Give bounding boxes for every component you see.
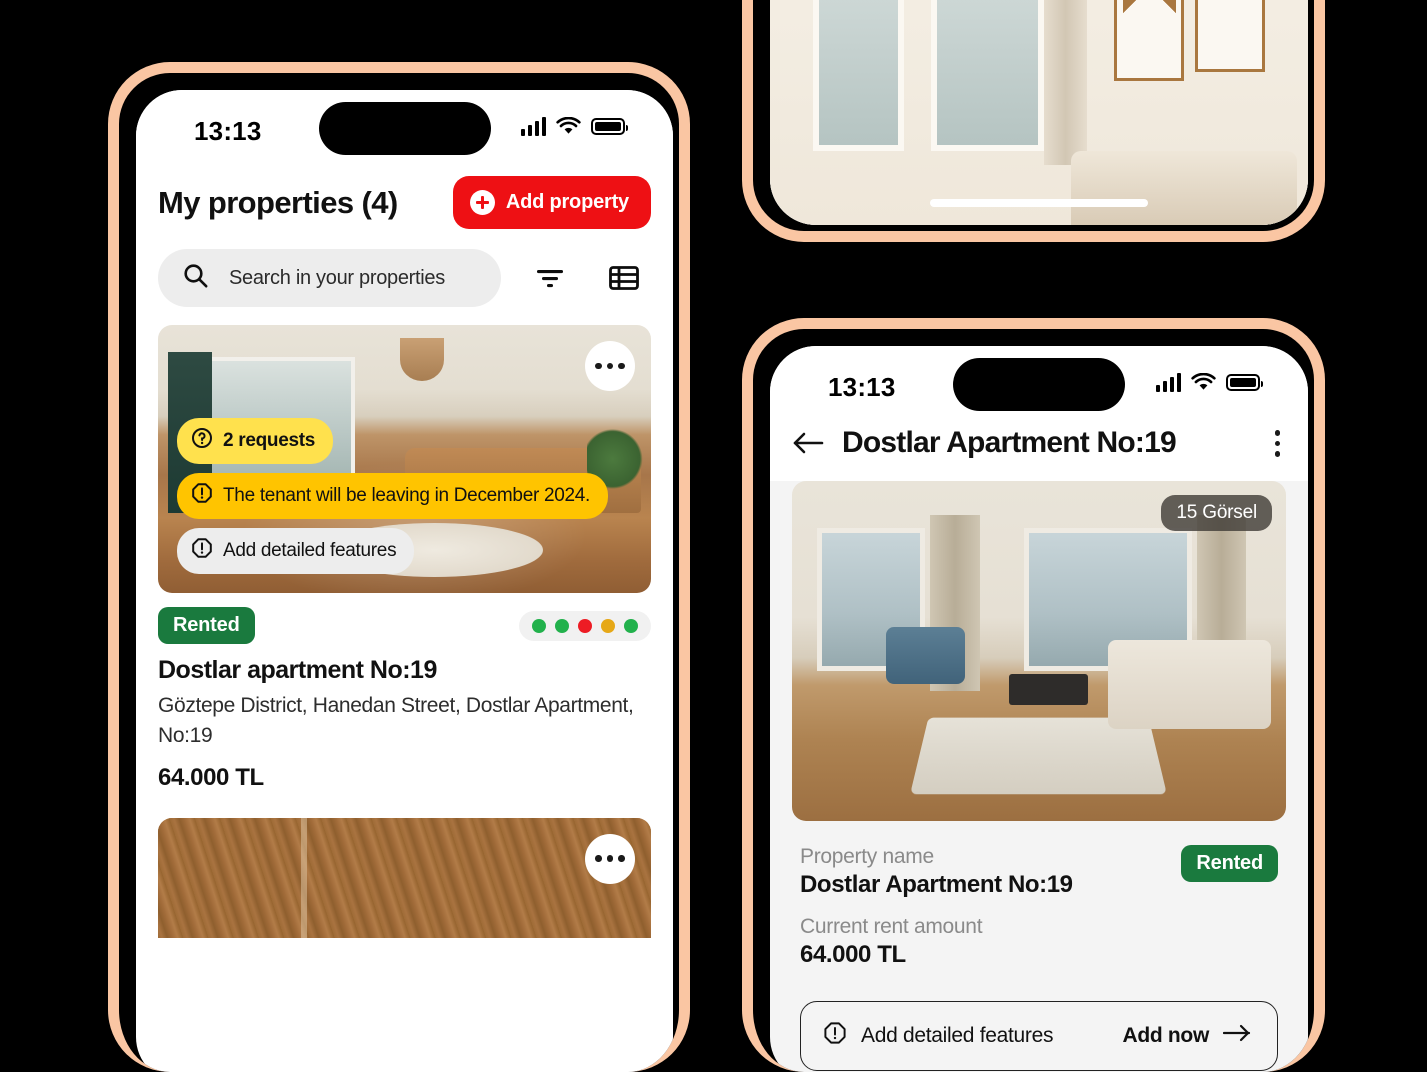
property-detail-screen: 13:13 Dostlar Apartment No:19 15 Görsel … (770, 346, 1308, 1072)
property-price: 64.000 TL (158, 763, 264, 791)
search-icon (182, 262, 209, 294)
more-dot (606, 362, 614, 370)
property-photo[interactable]: 2 requests The tenant will be leaving in… (158, 325, 651, 593)
page-header: My properties (4) Add property (136, 164, 673, 229)
more-dot (595, 855, 602, 862)
chip-requests[interactable]: 2 requests (177, 418, 334, 464)
status-badge: Rented (1181, 844, 1278, 882)
dynamic-island (953, 358, 1125, 411)
phone-screen-property-detail: 13:13 Dostlar Apartment No:19 15 Görsel … (770, 346, 1308, 1072)
property-name-value: Dostlar Apartment No:19 (800, 870, 1073, 898)
search-field-container[interactable]: Search in your properties (158, 249, 501, 307)
property-address: Göztepe District, Hanedan Street, Dostla… (158, 694, 634, 747)
chip-add-detailed-features-label: Add detailed features (223, 540, 397, 561)
add-property-button-label: Add property (505, 191, 629, 213)
coffee-table (1009, 674, 1089, 705)
status-dot (555, 618, 569, 633)
exclamation-octagon-icon (823, 1021, 847, 1050)
status-dot (532, 618, 546, 633)
status-badge: Rented (158, 607, 255, 644)
detail-body: Property name Dostlar Apartment No:19 Re… (770, 821, 1308, 1071)
armchair (885, 626, 965, 685)
my-properties-screen: 13:13 My properties (4) Add property Sea… (136, 90, 673, 1072)
home-indicator-bar (930, 199, 1148, 207)
chip-requests-label: 2 requests (223, 430, 316, 451)
status-dots-indicator (519, 610, 651, 641)
wall-art (1114, 0, 1185, 81)
property-photo (158, 817, 651, 938)
detail-header: Dostlar Apartment No:19 (770, 420, 1308, 481)
wall-art (1195, 0, 1265, 72)
property-name: Dostlar apartment No:19 (158, 656, 437, 684)
phone-frame-property-detail: 13:13 Dostlar Apartment No:19 15 Görsel … (742, 318, 1325, 1072)
menu-dot (1274, 430, 1280, 436)
status-dot (624, 618, 638, 633)
property-card[interactable]: 2 requests The tenant will be leaving in… (136, 325, 673, 792)
dynamic-island (318, 102, 491, 155)
more-dot (606, 855, 614, 862)
daybed (1108, 640, 1272, 729)
current-rent-label: Current rent amount (800, 914, 983, 938)
chip-add-detailed-features[interactable]: Add detailed features (177, 528, 415, 574)
property-card-meta: Rented Dostlar apartment No:19 Göztepe D… (158, 593, 651, 792)
chip-tenant-leaving[interactable]: The tenant will be leaving in December 2… (177, 473, 609, 519)
status-bar-time: 13:13 (828, 372, 896, 402)
grid-view-icon[interactable] (597, 258, 651, 298)
chip-tenant-leaving-label: The tenant will be leaving in December 2… (223, 485, 591, 506)
filter-icon[interactable] (523, 258, 577, 298)
cellular-signal-icon (520, 117, 546, 136)
more-dot (618, 362, 625, 370)
battery-full-icon (1226, 374, 1263, 391)
status-bar: 13:13 (136, 90, 673, 164)
page-title: My properties (4) (158, 184, 398, 220)
wifi-icon (556, 117, 581, 136)
plus-circle-icon (469, 190, 495, 215)
add-now-label: Add now (1122, 1023, 1209, 1047)
add-property-button[interactable]: Add property (452, 176, 651, 229)
property-name-label: Property name (800, 844, 934, 868)
arrow-right-icon (1222, 1023, 1251, 1048)
phone-frame-top-preview (742, 0, 1325, 242)
phone-screen-top-preview (770, 0, 1308, 225)
menu-dot (1274, 440, 1280, 446)
current-rent-value: 64.000 TL (800, 940, 906, 968)
phone-screen-properties-list: 13:13 My properties (4) Add property Sea… (136, 90, 673, 1072)
more-dot (595, 362, 602, 370)
more-dot (618, 855, 625, 862)
rug (910, 717, 1168, 794)
wifi-icon (1191, 373, 1216, 392)
search-toolbar: Search in your properties (136, 229, 673, 325)
cellular-signal-icon (1155, 373, 1181, 392)
pendant-lamp-icon (399, 338, 444, 382)
status-bar: 13:13 (770, 346, 1308, 420)
detail-page-title: Dostlar Apartment No:19 (842, 426, 1177, 460)
property-photo-preview (770, 0, 1308, 225)
exclamation-octagon-icon (191, 537, 213, 565)
add-detailed-features-label: Add detailed features (861, 1023, 1054, 1047)
phone-frame-properties-list: 13:13 My properties (4) Add property Sea… (108, 62, 690, 1072)
image-count-badge[interactable]: 15 Görsel (1161, 494, 1272, 531)
exclamation-octagon-icon (191, 482, 213, 510)
question-mark-circle-icon (191, 427, 213, 455)
next-property-card[interactable] (158, 817, 651, 938)
status-bar-time: 13:13 (194, 116, 262, 146)
couch (1071, 150, 1298, 225)
top-preview-screen (770, 0, 1308, 225)
status-dot (601, 618, 615, 633)
card-more-options-button[interactable] (585, 341, 635, 391)
arrow-left-icon[interactable] (792, 430, 824, 456)
room-illustration (792, 480, 1286, 821)
card-more-options-button[interactable] (585, 833, 635, 884)
status-bar-icons (1155, 373, 1263, 392)
room-illustration (770, 0, 1308, 225)
property-photo-gallery[interactable]: 15 Görsel (792, 480, 1286, 821)
status-bar-icons (520, 117, 628, 136)
menu-dot (1274, 451, 1280, 457)
add-detailed-features-banner[interactable]: Add detailed features Add now (800, 1000, 1278, 1071)
property-status-chips: 2 requests The tenant will be leaving in… (158, 418, 651, 583)
more-vertical-icon[interactable] (1269, 424, 1287, 463)
status-dot (578, 618, 592, 633)
battery-full-icon (591, 118, 628, 135)
search-input-placeholder: Search in your properties (229, 266, 445, 289)
